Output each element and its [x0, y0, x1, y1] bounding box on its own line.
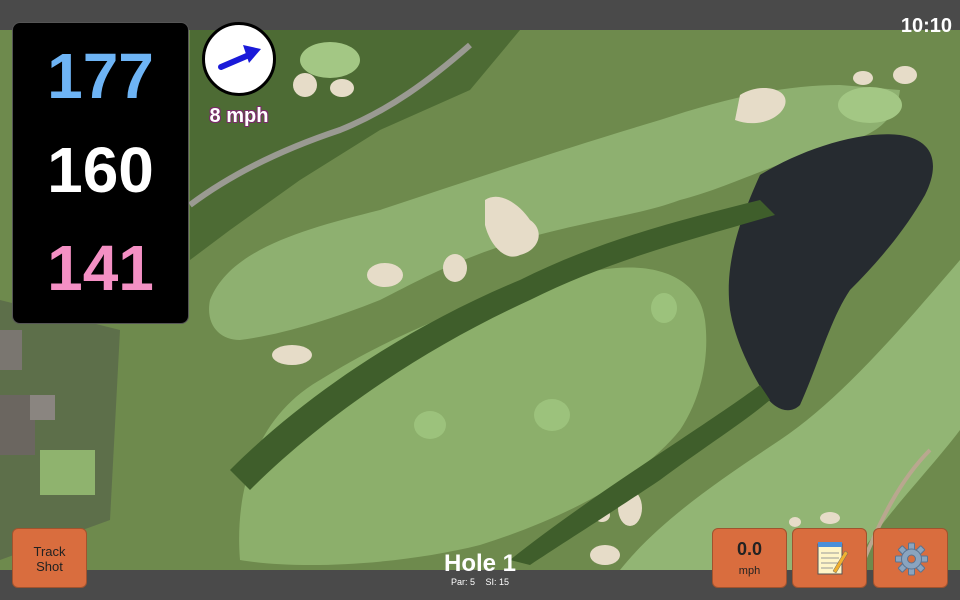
wind-speed: 8 mph	[209, 105, 269, 127]
track-shot-label-line1: Track	[33, 544, 66, 559]
distance-panel: 177 160 141	[12, 22, 189, 324]
hole-stroke-index: SI: 15	[485, 577, 510, 587]
notes-button[interactable]	[792, 528, 867, 588]
status-clock: 10:10	[900, 15, 952, 37]
notepad-icon	[817, 542, 849, 575]
golf-gps-screen: 10:10 177 160 141 8 mph Track Shot Hole …	[0, 0, 960, 600]
hole-meta: Par: 5 SI: 15	[400, 577, 560, 588]
distance-front: 141	[47, 232, 154, 304]
speed-button[interactable]: 0.0 mph	[712, 528, 787, 588]
hole-par: Par: 5	[450, 577, 475, 587]
track-shot-button[interactable]: Track Shot	[12, 528, 87, 588]
wind-indicator	[202, 22, 276, 96]
distance-middle: 160	[47, 134, 154, 206]
speed-unit: mph	[738, 565, 761, 577]
speed-value: 0.0	[736, 539, 763, 559]
track-shot-label-line2: Shot	[36, 559, 63, 574]
gear-icon	[895, 542, 928, 576]
hole-title: Hole 1	[443, 550, 517, 577]
arrow-right-icon	[218, 45, 261, 70]
distance-back: 177	[47, 40, 154, 112]
settings-button[interactable]	[873, 528, 948, 588]
